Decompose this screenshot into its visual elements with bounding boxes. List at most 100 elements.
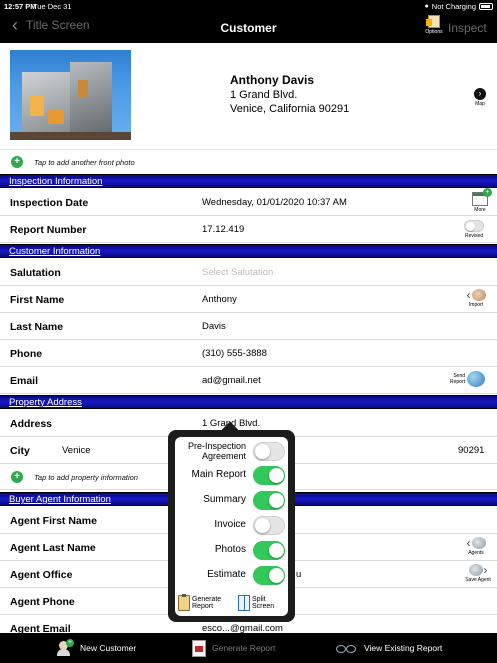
more-button[interactable]: + More bbox=[470, 188, 492, 213]
split-action-label: Split Screen bbox=[252, 596, 274, 610]
customer-address-line2: Venice, California 90291 bbox=[230, 103, 350, 115]
photos-label: Photos bbox=[214, 544, 246, 555]
estimate-label: Estimate bbox=[207, 569, 246, 580]
toggle-row-pre-inspection: Pre-Inspection Agreement bbox=[175, 440, 288, 464]
generate-report-button[interactable]: Generate Report bbox=[192, 633, 275, 663]
generate-report-action[interactable]: Generate Report bbox=[178, 594, 222, 611]
toggle-row-estimate: Estimate bbox=[175, 566, 288, 586]
more-label: More bbox=[474, 207, 486, 213]
agent-email-label: Agent Email bbox=[10, 623, 71, 633]
main-report-switch[interactable] bbox=[253, 466, 285, 485]
pre-inspection-line1: Pre-Inspection bbox=[187, 441, 246, 451]
revised-label: Revised bbox=[464, 233, 484, 239]
agent-last-name-label: Agent Last Name bbox=[10, 542, 96, 554]
options-label: Options bbox=[425, 29, 443, 35]
toggle-row-main-report: Main Report bbox=[175, 466, 288, 486]
split-line1: Split bbox=[252, 596, 266, 603]
generate-line1: Generate bbox=[192, 596, 222, 603]
status-time: 12:57 PM bbox=[4, 2, 37, 11]
generate-report-label: Generate Report bbox=[212, 643, 276, 653]
city-label: City bbox=[10, 445, 30, 457]
new-customer-icon: + bbox=[56, 639, 74, 657]
generate-line2: Report bbox=[192, 603, 214, 610]
agents-button[interactable]: ‹ Agents bbox=[462, 537, 490, 556]
add-photo-text: Tap to add another front photo bbox=[34, 158, 135, 167]
toggle-row-invoice: Invoice bbox=[175, 516, 288, 536]
split-screen-action[interactable]: Split Screen bbox=[238, 595, 274, 611]
clipboard-icon bbox=[178, 594, 190, 611]
section-property-title: Property Address bbox=[9, 397, 82, 408]
save-agent-button[interactable]: › Save Agent bbox=[462, 564, 494, 583]
phone-row[interactable]: Phone (310) 555-3888 bbox=[0, 340, 497, 367]
estimate-switch[interactable] bbox=[253, 566, 285, 585]
inspection-date-value[interactable]: Wednesday, 01/01/2020 10:37 AM bbox=[202, 197, 347, 208]
report-number-value[interactable]: 17.12.419 bbox=[202, 224, 244, 235]
status-right: ● Not Charging bbox=[425, 2, 493, 11]
popover-content: Pre-Inspection Agreement Main Report Summ… bbox=[175, 437, 288, 616]
section-inspection-title: Inspection Information bbox=[9, 176, 103, 187]
new-customer-button[interactable]: + New Customer bbox=[56, 633, 136, 663]
agent-office-field[interactable]: u bbox=[296, 569, 301, 580]
city-field[interactable]: Venice bbox=[62, 445, 91, 456]
split-line2: Screen bbox=[252, 603, 275, 610]
section-customer-header: Customer Information bbox=[0, 244, 497, 258]
first-name-row[interactable]: First Name Anthony ‹ Import bbox=[0, 286, 497, 313]
phone-field[interactable]: (310) 555-3888 bbox=[202, 348, 267, 359]
calendar-add-icon: + bbox=[472, 188, 492, 206]
customer-address-line1: 1 Grand Blvd. bbox=[230, 89, 298, 101]
first-name-label: First Name bbox=[10, 294, 65, 306]
status-bar: 12:57 PM Tue Dec 31 ● Not Charging bbox=[0, 0, 497, 12]
send-report-button[interactable]: Send Report bbox=[450, 371, 492, 387]
salutation-row[interactable]: Salutation Select Salutation bbox=[0, 259, 497, 286]
generate-report-popover: Pre-Inspection Agreement Main Report Summ… bbox=[168, 421, 295, 622]
agent-office-label: Agent Office bbox=[10, 569, 73, 581]
summary-switch[interactable] bbox=[253, 491, 285, 510]
last-name-row[interactable]: Last Name Davis bbox=[0, 313, 497, 340]
view-existing-report-button[interactable]: View Existing Report bbox=[330, 633, 442, 663]
charging-status: Not Charging bbox=[431, 2, 476, 11]
globe-icon bbox=[467, 371, 486, 387]
inspect-button[interactable]: Inspect bbox=[448, 21, 487, 35]
first-name-field[interactable]: Anthony bbox=[202, 294, 237, 305]
view-existing-label: View Existing Report bbox=[364, 643, 443, 653]
bottom-toolbar: + New Customer Generate Report View Exis… bbox=[0, 633, 497, 663]
front-photo-area: Anthony Davis 1 Grand Blvd. Venice, Cali… bbox=[0, 43, 497, 149]
salutation-label: Salutation bbox=[10, 267, 61, 279]
agents-icon bbox=[471, 537, 486, 549]
invoice-switch[interactable] bbox=[253, 516, 285, 535]
add-front-photo-row[interactable]: + Tap to add another front photo bbox=[0, 149, 497, 174]
section-property-header: Property Address bbox=[0, 395, 497, 409]
nav-bar: ‹ Title Screen Customer Options Inspect bbox=[0, 12, 497, 43]
revised-toggle[interactable]: Revised bbox=[462, 220, 486, 239]
options-icon bbox=[426, 15, 440, 28]
agent-email-field[interactable]: esco...@gmail.com bbox=[202, 623, 283, 633]
salutation-select[interactable]: Select Salutation bbox=[202, 267, 273, 278]
email-label: Email bbox=[10, 375, 39, 387]
pre-inspection-label: Pre-Inspection Agreement bbox=[188, 441, 246, 461]
pdf-icon bbox=[192, 639, 206, 657]
email-row[interactable]: Email ad@gmail.net Send Report bbox=[0, 367, 497, 394]
inspection-date-row[interactable]: Inspection Date Wednesday, 01/01/2020 10… bbox=[0, 188, 497, 216]
toggle-row-summary: Summary bbox=[175, 491, 288, 511]
pre-inspection-switch[interactable] bbox=[253, 442, 285, 461]
revised-switch-icon bbox=[464, 220, 484, 232]
last-name-field[interactable]: Davis bbox=[202, 321, 226, 332]
photos-switch[interactable] bbox=[253, 541, 285, 560]
email-field[interactable]: ad@gmail.net bbox=[202, 375, 261, 386]
phone-label: Phone bbox=[10, 348, 43, 360]
map-button[interactable]: › Map bbox=[472, 88, 488, 107]
options-button[interactable]: Options bbox=[423, 15, 445, 35]
address-label: Address bbox=[10, 418, 53, 430]
section-customer-title: Customer Information bbox=[9, 246, 101, 257]
save-agent-icon bbox=[468, 564, 483, 576]
front-photo[interactable] bbox=[10, 50, 131, 140]
invoice-label: Invoice bbox=[214, 519, 246, 530]
chevron-left-icon: ‹ bbox=[466, 288, 471, 302]
add-icon: + bbox=[11, 471, 23, 483]
save-agent-label: Save Agent bbox=[465, 577, 491, 583]
last-name-label: Last Name bbox=[10, 321, 64, 333]
zip-field[interactable]: 90291 bbox=[458, 445, 484, 456]
import-button[interactable]: ‹ Import bbox=[462, 289, 490, 308]
import-label: Import bbox=[468, 302, 484, 308]
report-number-row[interactable]: Report Number 17.12.419 Revised bbox=[0, 216, 497, 243]
